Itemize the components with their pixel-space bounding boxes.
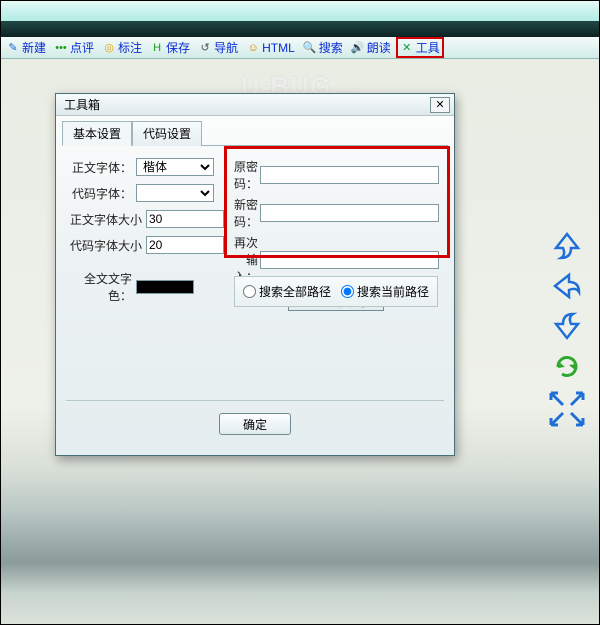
fullscreen-icon[interactable] <box>547 391 587 427</box>
search-scope-group: 搜索全部路径 搜索当前路径 <box>234 276 438 307</box>
close-icon[interactable]: ✕ <box>430 97 450 113</box>
body-size-label: 正文字体大小 <box>66 211 146 228</box>
comment-icon: ••• <box>54 41 68 55</box>
tools-icon: ✕ <box>400 41 414 55</box>
tools-button[interactable]: ✕工具 <box>396 37 444 58</box>
dialog-title: 工具箱 <box>64 96 100 113</box>
search-button[interactable]: 🔍搜索 <box>300 38 346 57</box>
code-size-input[interactable] <box>146 236 224 254</box>
side-nav-arrows <box>547 231 587 427</box>
text-color-label: 全文文字色： <box>66 270 136 304</box>
arrow-left-icon[interactable] <box>552 271 582 301</box>
tab-code-settings[interactable]: 代码设置 <box>132 121 202 146</box>
main-toolbar: ✎新建•••点评◎标注H保存↺导航☺HTML🔍搜索🔊朗读✕工具 <box>1 37 599 59</box>
code-size-label: 代码字体大小 <box>66 237 146 254</box>
dialog-titlebar[interactable]: 工具箱 ✕ <box>56 94 454 116</box>
text-color-swatch[interactable] <box>136 280 194 294</box>
body-font-select[interactable]: 楷体 <box>136 158 214 176</box>
annotate-icon: ◎ <box>102 41 116 55</box>
refresh-icon[interactable] <box>552 351 582 381</box>
html-icon: ☺ <box>246 41 260 55</box>
read-icon: 🔊 <box>351 41 365 55</box>
body-font-label: 正文字体： <box>66 159 136 176</box>
body-size-input[interactable] <box>146 210 224 228</box>
comment-button[interactable]: •••点评 <box>51 38 97 57</box>
repeat-password-input[interactable] <box>260 251 439 269</box>
new-pw-label: 新密码： <box>234 196 260 230</box>
code-font-label: 代码字体： <box>66 185 136 202</box>
html-button[interactable]: ☺HTML <box>243 40 298 56</box>
search-current-radio[interactable]: 搜索当前路径 <box>341 283 429 300</box>
read-button[interactable]: 🔊朗读 <box>348 38 394 57</box>
arrow-down-icon[interactable] <box>552 311 582 341</box>
old-pw-label: 原密码： <box>234 158 260 192</box>
dialog-tabs: 基本设置 代码设置 <box>56 116 454 145</box>
new-icon: ✎ <box>6 41 20 55</box>
new-button[interactable]: ✎新建 <box>3 38 49 57</box>
tab-basic-settings[interactable]: 基本设置 <box>62 121 132 146</box>
save-icon: H <box>150 41 164 55</box>
nav-icon: ↺ <box>198 41 212 55</box>
annotate-button[interactable]: ◎标注 <box>99 38 145 57</box>
arrow-up-icon[interactable] <box>552 231 582 261</box>
code-font-select[interactable] <box>136 184 214 202</box>
nav-button[interactable]: ↺导航 <box>195 38 241 57</box>
ok-button[interactable]: 确定 <box>219 413 291 435</box>
new-password-input[interactable] <box>260 204 439 222</box>
save-button[interactable]: H保存 <box>147 38 193 57</box>
search-icon: 🔍 <box>303 41 317 55</box>
search-all-radio[interactable]: 搜索全部路径 <box>243 283 331 300</box>
old-password-input[interactable] <box>260 166 439 184</box>
tools-dialog: 工具箱 ✕ 基本设置 代码设置 正文字体： 楷体 代码字体： 正文字体大小 代码… <box>55 93 455 456</box>
window-top-trim <box>1 1 599 37</box>
